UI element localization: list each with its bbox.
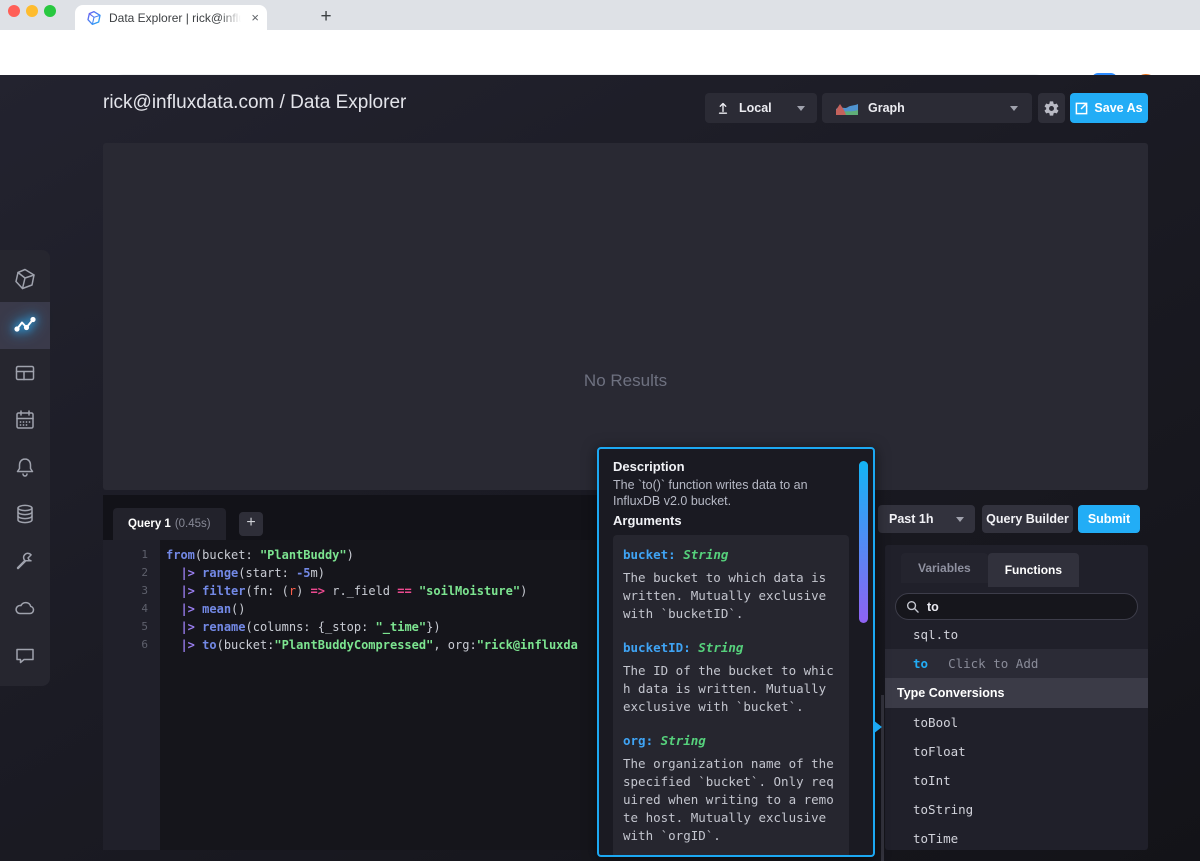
wrench-icon — [13, 549, 37, 573]
influxdb-logo-icon — [13, 267, 37, 291]
nav-sidebar — [0, 250, 50, 686]
screen: Data Explorer | rick@influxdata × + us-w… — [0, 0, 1200, 861]
window-zoom-button[interactable] — [44, 5, 56, 17]
sidebar-item-influxdb-logo[interactable] — [0, 255, 50, 302]
settings-gear-button[interactable] — [1038, 93, 1065, 123]
tab-variables[interactable]: Variables — [901, 553, 988, 583]
bell-icon — [13, 455, 37, 479]
query-builder-button[interactable]: Query Builder — [982, 505, 1073, 533]
gear-icon — [1043, 100, 1060, 117]
sidebar-item-load-data[interactable] — [0, 490, 50, 537]
function-tooltip: Description The `to()` function writes d… — [597, 447, 875, 857]
time-range-label: Past 1h — [889, 512, 933, 526]
influxdb-app: rick@influxdata.com / Data Explorer Loca… — [0, 75, 1200, 861]
cloud-icon — [13, 596, 37, 620]
sidebar-item-tasks[interactable] — [0, 396, 50, 443]
argument-block: bucketID: StringThe ID of the bucket to … — [623, 640, 839, 716]
save-as-label: Save As — [1094, 101, 1142, 115]
function-list-item[interactable]: toTime — [885, 824, 1148, 846]
browser-toolbar: us-west-2-1.aws.cloud2.influxdata.com/or… — [0, 30, 1200, 75]
tooltip-scrollbar[interactable] — [859, 461, 868, 623]
window-close-button[interactable] — [8, 5, 20, 17]
code-text: |> mean() — [160, 600, 246, 618]
window-minimize-button[interactable] — [26, 5, 38, 17]
tooltip-description-heading: Description — [613, 459, 857, 474]
add-query-button[interactable]: + — [239, 512, 263, 536]
time-range-dropdown[interactable]: Past 1h — [878, 505, 975, 533]
sidebar-item-feedback[interactable] — [0, 631, 50, 678]
browser-tab[interactable]: Data Explorer | rick@influxdata × — [75, 5, 267, 30]
submit-button[interactable]: Submit — [1078, 505, 1140, 533]
tooltip-arguments-heading: Arguments — [613, 513, 857, 528]
function-category-header: Type Conversions — [885, 678, 1148, 708]
tab-title: Data Explorer | rick@influxdata — [109, 11, 241, 25]
chat-bubble-icon — [13, 643, 37, 667]
data-explorer-graph-icon — [13, 314, 37, 338]
function-list-item[interactable]: toInt — [885, 766, 1148, 795]
database-icon — [13, 502, 37, 526]
function-list-item[interactable]: toFloat — [885, 737, 1148, 766]
click-to-add-hint: Click to Add — [948, 656, 1038, 671]
new-tab-button[interactable]: + — [314, 5, 338, 29]
function-list-item[interactable]: toClick to Add — [885, 649, 1148, 678]
chevron-down-icon — [1010, 106, 1018, 111]
function-list-item[interactable]: sql.to — [885, 630, 1148, 649]
dashboards-icon — [13, 361, 37, 385]
influxdb-favicon — [86, 10, 102, 26]
function-list-item[interactable]: toBool — [885, 708, 1148, 737]
line-number: 5 — [103, 618, 160, 636]
local-dropdown[interactable]: Local — [705, 93, 817, 123]
sidebar-item-alerts[interactable] — [0, 443, 50, 490]
argument-block: bucket: StringThe bucket to which data i… — [623, 547, 839, 623]
functions-list: sql.totoClick to AddType ConversionstoBo… — [885, 630, 1148, 846]
functions-panel: Variables Functions to sql.totoClick to … — [885, 545, 1148, 850]
argument-block: org: StringThe organization name of the … — [623, 733, 839, 845]
calendar-icon — [13, 408, 37, 432]
sidebar-item-dashboards[interactable] — [0, 349, 50, 396]
functions-panel-tabs: Variables Functions — [901, 553, 1079, 587]
chevron-down-icon — [797, 106, 805, 111]
visualization-type-dropdown[interactable]: Graph — [822, 93, 1032, 123]
tooltip-arguments: bucket: StringThe bucket to which data i… — [613, 535, 849, 857]
graph-type-icon — [836, 101, 858, 116]
no-results-text: No Results — [103, 371, 1148, 391]
results-panel: No Results — [103, 143, 1148, 490]
save-as-button[interactable]: Save As — [1070, 93, 1148, 123]
code-text: |> range(start: -5m) — [160, 564, 325, 582]
functions-search-input[interactable]: to — [895, 593, 1138, 620]
upload-icon — [717, 101, 729, 115]
graph-dropdown-label: Graph — [868, 101, 905, 115]
export-icon — [1075, 102, 1088, 115]
code-text: |> filter(fn: (r) => r._field == "soilMo… — [160, 582, 527, 600]
tooltip-description: The `to()` function writes data to an In… — [613, 477, 857, 509]
search-value: to — [927, 600, 939, 614]
page-title: rick@influxdata.com / Data Explorer — [103, 92, 406, 114]
local-dropdown-label: Local — [739, 101, 772, 115]
query-duration: (0.45s) — [175, 518, 211, 530]
tab-close-icon[interactable]: × — [251, 11, 259, 24]
sidebar-item-settings[interactable] — [0, 537, 50, 584]
query-tab-label: Query 1 — [128, 518, 171, 530]
sidebar-item-data-explorer[interactable] — [0, 302, 50, 349]
tooltip-arrow — [873, 720, 882, 734]
chevron-down-icon — [956, 517, 964, 522]
line-number: 6 — [103, 636, 160, 654]
function-list-item[interactable]: toString — [885, 795, 1148, 824]
line-number: 4 — [103, 600, 160, 618]
code-text: from(bucket: "PlantBuddy") — [160, 546, 354, 564]
sidebar-item-usage-cloud[interactable] — [0, 584, 50, 631]
code-text: |> to(bucket:"PlantBuddyCompressed", org… — [160, 636, 578, 654]
line-number: 1 — [103, 546, 160, 564]
search-icon — [906, 600, 919, 613]
line-number: 3 — [103, 582, 160, 600]
tab-functions[interactable]: Functions — [988, 553, 1079, 587]
browser-tab-strip: Data Explorer | rick@influxdata × + — [0, 0, 1200, 30]
code-text: |> rename(columns: {_stop: "_time"}) — [160, 618, 441, 636]
line-number: 2 — [103, 564, 160, 582]
query-tab[interactable]: Query 1 (0.45s) — [113, 508, 226, 540]
